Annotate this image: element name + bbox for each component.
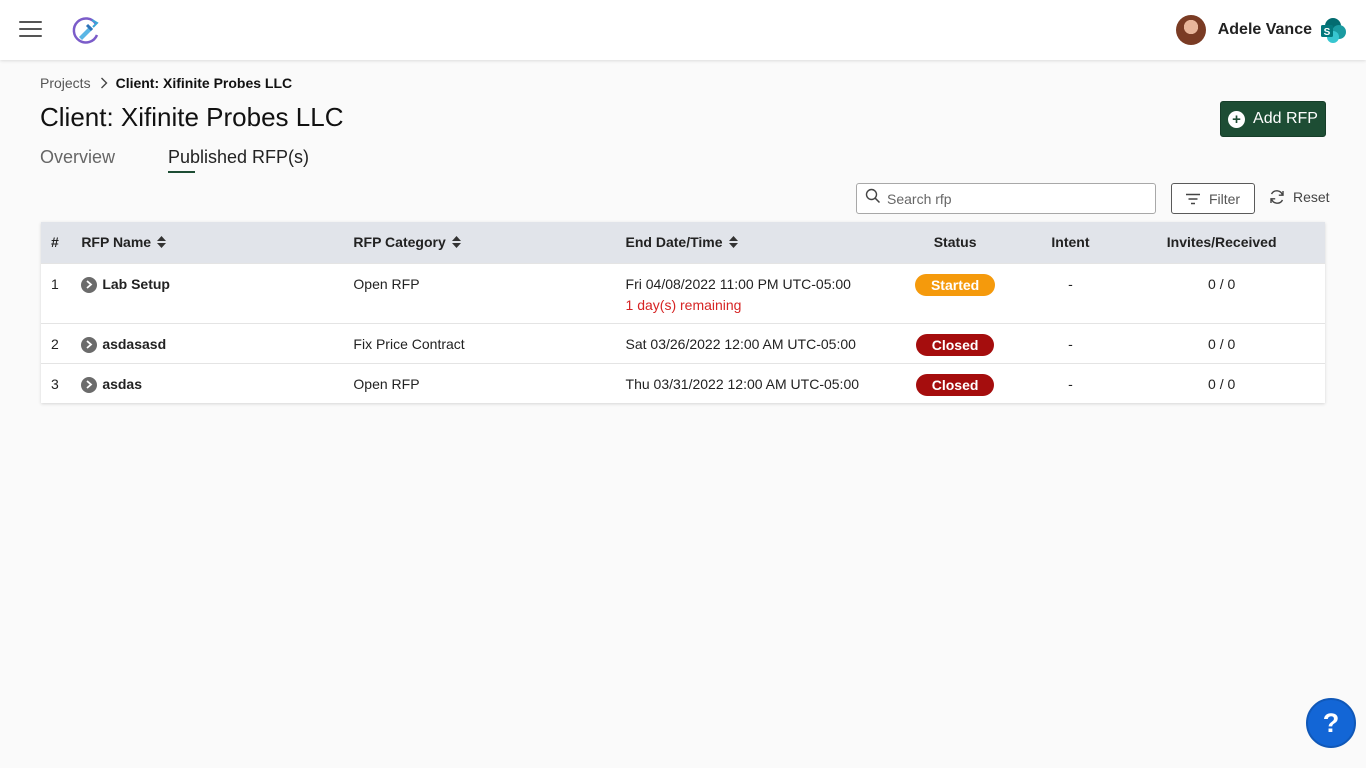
cell-intent: -	[1022, 322, 1119, 363]
filter-label: Filter	[1208, 190, 1241, 207]
cell-category: Open RFP	[353, 262, 626, 323]
cell-invites: 0 / 0	[1118, 322, 1325, 363]
cell-name: Lab Setup	[81, 262, 354, 323]
add-rfp-label: Add RFP	[1253, 110, 1318, 127]
user-name: Adele Vance	[1217, 21, 1312, 38]
header-rfp-name-label: RFP Name	[81, 233, 152, 250]
cell-end-date: Fri 04/08/2022 11:00 PM UTC-05:00 1 day(…	[625, 262, 888, 323]
end-date-text: Fri 04/08/2022 11:00 PM UTC-05:00	[625, 275, 851, 292]
rfp-category: Open RFP	[353, 275, 420, 292]
cell-num: 3	[41, 362, 82, 403]
end-date-text: Sat 03/26/2022 12:00 AM UTC-05:00	[625, 335, 856, 352]
cell-end-date: Sat 03/26/2022 12:00 AM UTC-05:00	[625, 322, 888, 363]
rfp-name-link[interactable]: Lab Setup	[102, 276, 170, 293]
header-intent: Intent	[1022, 222, 1119, 263]
cell-status: Started	[887, 262, 1023, 323]
table-row: 1 Lab Setup Open RFP Fri 04/08/2022 11:0…	[41, 262, 1325, 323]
cell-category: Open RFP	[353, 362, 626, 403]
svg-text:S: S	[1324, 27, 1331, 38]
breadcrumb: Projects Client: Xifinite Probes LLC	[40, 75, 292, 91]
chevron-circle-right-icon[interactable]	[81, 276, 98, 293]
breadcrumb-current: Client: Xifinite Probes LLC	[115, 75, 293, 91]
active-tab-indicator	[168, 171, 195, 173]
chevron-right-icon	[100, 77, 108, 89]
breadcrumb-projects-link[interactable]: Projects	[40, 75, 91, 91]
cell-invites: 0 / 0	[1118, 362, 1325, 403]
page-title: Client: Xifinite Probes LLC	[40, 102, 344, 132]
status-badge: Started	[914, 273, 996, 296]
header-category-label: RFP Category	[353, 233, 446, 250]
cell-intent: -	[1022, 362, 1119, 403]
user-menu[interactable]: Adele Vance S	[1175, 14, 1346, 46]
rfp-category: Fix Price Contract	[353, 335, 465, 352]
chevron-circle-right-icon[interactable]	[81, 376, 98, 393]
rfp-name-link[interactable]: asdasasd	[102, 336, 166, 353]
rfp-category: Open RFP	[353, 375, 420, 392]
sharepoint-icon[interactable]: S	[1320, 17, 1346, 43]
app-logo-icon[interactable]	[70, 15, 102, 47]
reset-label: Reset	[1293, 189, 1330, 205]
filter-button[interactable]: Filter	[1171, 183, 1255, 214]
refresh-icon	[1270, 190, 1284, 204]
invites-value: 0 / 0	[1208, 375, 1236, 392]
row-num: 1	[51, 275, 59, 292]
header-end-date-label: End Date/Time	[625, 233, 723, 250]
rfp-name-link[interactable]: asdas	[102, 376, 142, 393]
filter-icon	[1185, 193, 1200, 204]
cell-status: Closed	[887, 362, 1023, 403]
add-rfp-button[interactable]: + Add RFP	[1220, 101, 1326, 137]
table-row: 2 asdasasd Fix Price Contract Sat 03/26/…	[41, 322, 1325, 363]
reset-button[interactable]: Reset	[1269, 186, 1330, 208]
status-badge: Closed	[915, 333, 995, 356]
table-header-row: # RFP Name RFP Category End Date/Time St…	[41, 222, 1325, 263]
intent-value: -	[1068, 375, 1073, 392]
row-num: 2	[51, 335, 59, 352]
header-rfp-name[interactable]: RFP Name	[81, 222, 354, 263]
search-input[interactable]	[887, 190, 1147, 207]
time-remaining: 1 day(s) remaining	[625, 296, 742, 313]
header-intent-label: Intent	[1051, 234, 1090, 251]
search-icon	[865, 188, 881, 209]
invites-value: 0 / 0	[1208, 335, 1236, 352]
chevron-circle-right-icon[interactable]	[81, 336, 98, 353]
row-num: 3	[51, 375, 59, 392]
cell-name: asdas	[81, 362, 354, 403]
header-status-label: Status	[933, 234, 977, 251]
menu-icon[interactable]	[19, 19, 43, 39]
status-badge: Closed	[915, 373, 995, 396]
header-invites: Invites/Received	[1118, 222, 1325, 263]
sort-icon[interactable]	[451, 235, 461, 251]
avatar[interactable]	[1175, 15, 1206, 45]
table-row: 3 asdas Open RFP Thu 03/31/2022 12:00 AM…	[41, 362, 1325, 403]
cell-category: Fix Price Contract	[353, 322, 626, 363]
cell-status: Closed	[887, 322, 1023, 363]
cell-num: 1	[41, 262, 82, 323]
plus-circle-icon: +	[1228, 110, 1246, 128]
header-rfp-category[interactable]: RFP Category	[353, 222, 626, 263]
help-button[interactable]: ?	[1306, 698, 1356, 748]
header-num-label: #	[51, 234, 59, 251]
cell-end-date: Thu 03/31/2022 12:00 AM UTC-05:00	[625, 362, 888, 403]
header-invites-label: Invites/Received	[1166, 234, 1277, 251]
cell-name: asdasasd	[81, 322, 354, 363]
cell-intent: -	[1022, 262, 1119, 323]
intent-value: -	[1068, 335, 1073, 352]
sort-icon[interactable]	[157, 235, 167, 251]
end-date-text: Thu 03/31/2022 12:00 AM UTC-05:00	[625, 375, 860, 392]
tab-overview[interactable]: Overview	[40, 147, 115, 175]
intent-value: -	[1068, 275, 1073, 292]
top-bar: Adele Vance S	[0, 0, 1366, 60]
search-box[interactable]	[856, 183, 1156, 214]
header-end-date[interactable]: End Date/Time	[625, 222, 888, 263]
header-num: #	[41, 222, 82, 263]
header-status: Status	[887, 222, 1023, 263]
invites-value: 0 / 0	[1208, 275, 1236, 292]
rfp-table: # RFP Name RFP Category End Date/Time St…	[41, 222, 1325, 403]
sort-icon[interactable]	[728, 235, 738, 251]
cell-num: 2	[41, 322, 82, 363]
cell-invites: 0 / 0	[1118, 262, 1325, 323]
